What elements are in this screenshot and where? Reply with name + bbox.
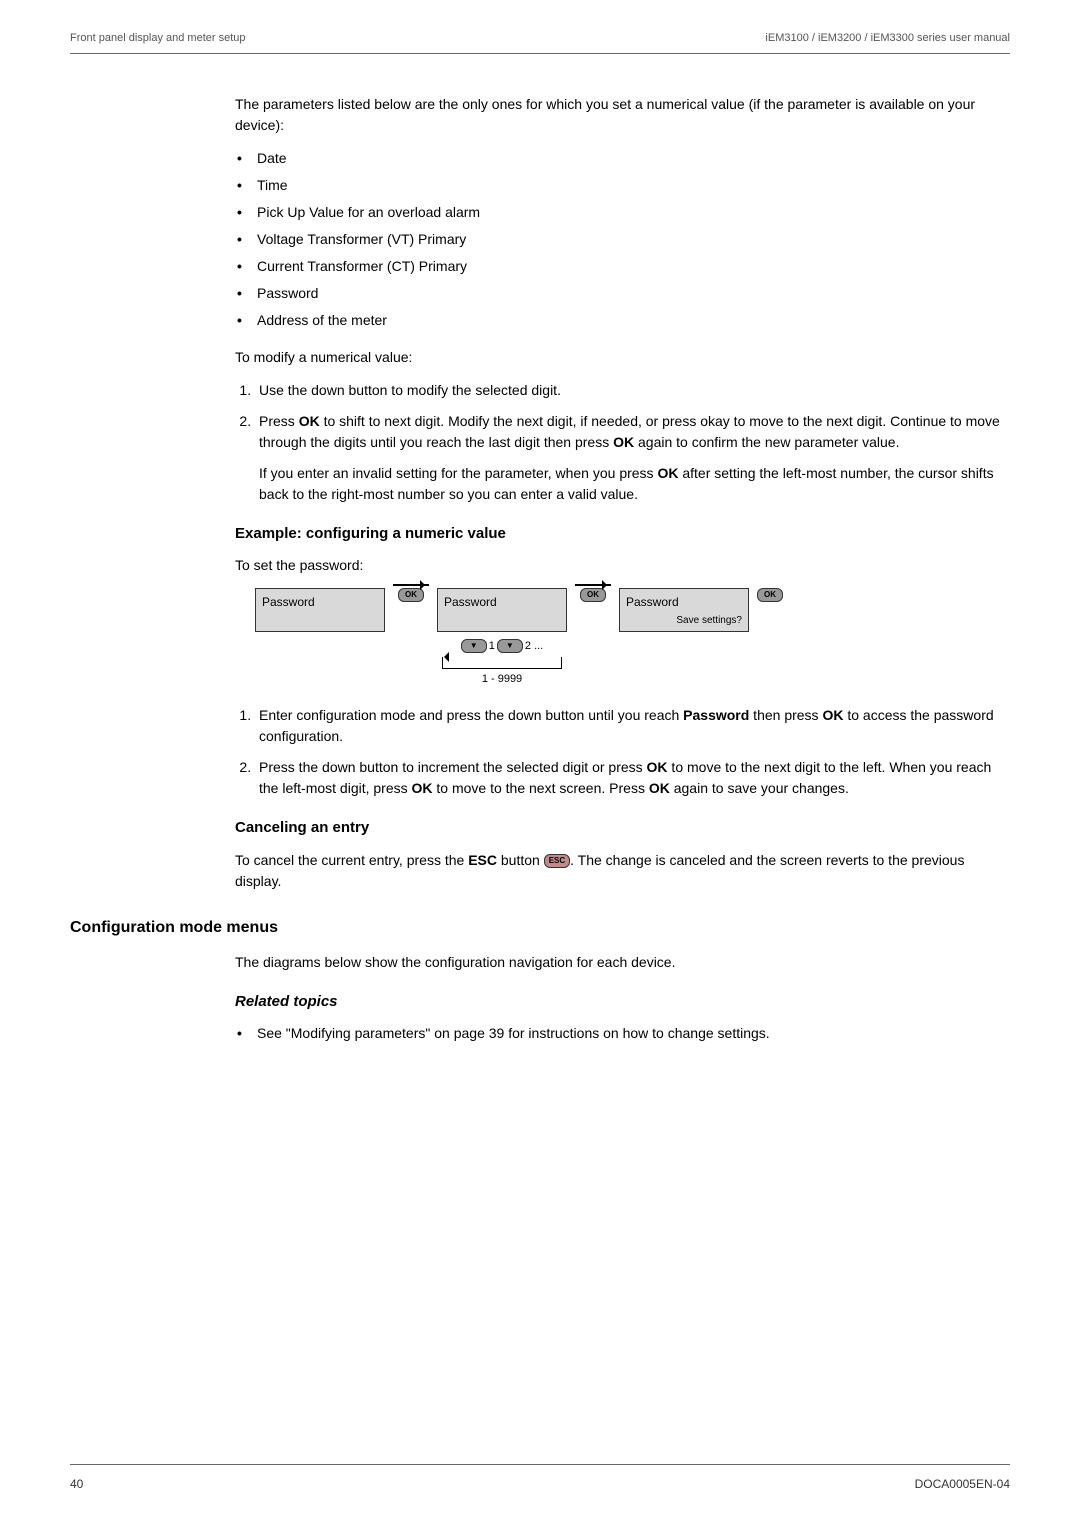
config-text: The diagrams below show the configuratio… <box>235 952 1010 973</box>
arrow-right-icon <box>575 584 611 586</box>
page-footer: 40 DOCA0005EN-04 <box>70 1464 1010 1493</box>
arrow-right-icon <box>393 584 429 586</box>
ok-key-3: OK <box>757 588 783 604</box>
list-item: Password <box>235 283 1010 304</box>
ok-key-icon: OK <box>757 588 783 602</box>
list-item: Voltage Transformer (VT) Primary <box>235 229 1010 250</box>
esc-key-icon: ESC <box>544 854 570 868</box>
list-item: Address of the meter <box>235 310 1010 331</box>
step-item: Press OK to shift to next digit. Modify … <box>255 411 1010 505</box>
cancel-text: To cancel the current entry, press the E… <box>235 850 1010 892</box>
lcd-text: Password <box>626 593 742 611</box>
config-heading: Configuration mode menus <box>70 916 1010 940</box>
lcd-text: Password <box>444 593 560 611</box>
step-sub: If you enter an invalid setting for the … <box>259 463 1010 505</box>
lcd-screen-2: Password <box>437 588 567 632</box>
page-number: 40 <box>70 1475 83 1493</box>
ok-key-icon: OK <box>580 588 606 602</box>
lcd-subtext: Save settings? <box>626 613 742 628</box>
example-heading: Example: configuring a numeric value <box>235 523 1010 546</box>
header-right: iEM3100 / iEM3200 / iEM3300 series user … <box>765 30 1010 47</box>
lcd-screen-3: Password Save settings? <box>619 588 749 632</box>
intro-paragraph: The parameters listed below are the only… <box>235 94 1010 136</box>
lcd-screen-1: Password <box>255 588 385 632</box>
step-item: Press the down button to increment the s… <box>255 757 1010 799</box>
doc-id: DOCA0005EN-04 <box>915 1475 1010 1493</box>
step-text: Press OK to shift to next digit. Modify … <box>259 413 1000 450</box>
digit-text: 2 ... <box>525 638 543 655</box>
list-item: Pick Up Value for an overload alarm <box>235 202 1010 223</box>
example-steps: Enter configuration mode and press the d… <box>235 705 1010 799</box>
loop-arrow-icon <box>442 657 562 669</box>
related-list: See "Modifying parameters" on page 39 fo… <box>235 1023 1010 1044</box>
range-text: 1 - 9999 <box>482 671 522 688</box>
digit-text: 1 <box>489 638 495 655</box>
list-item: Date <box>235 148 1010 169</box>
list-item: Time <box>235 175 1010 196</box>
step-item: Use the down button to modify the select… <box>255 380 1010 401</box>
password-diagram: Password OK Password ▼ 1 ▼ 2 ... 1 - 999… <box>255 588 1010 687</box>
modify-intro: To modify a numerical value: <box>235 347 1010 368</box>
down-key-icon: ▼ <box>461 639 487 653</box>
example-intro: To set the password: <box>235 555 1010 576</box>
page-header: Front panel display and meter setup iEM3… <box>70 30 1010 54</box>
step-text: Use the down button to modify the select… <box>259 382 561 398</box>
digit-loop: ▼ 1 ▼ 2 ... 1 - 9999 <box>442 634 562 687</box>
step-item: Enter configuration mode and press the d… <box>255 705 1010 747</box>
list-item: See "Modifying parameters" on page 39 fo… <box>235 1023 1010 1044</box>
lcd-text: Password <box>262 593 378 611</box>
cancel-heading: Canceling an entry <box>235 817 1010 840</box>
parameter-list: Date Time Pick Up Value for an overload … <box>235 148 1010 331</box>
list-item: Current Transformer (CT) Primary <box>235 256 1010 277</box>
related-heading: Related topics <box>235 991 1010 1014</box>
down-key-icon: ▼ <box>497 639 523 653</box>
ok-key-icon: OK <box>398 588 424 602</box>
modify-steps: Use the down button to modify the select… <box>235 380 1010 505</box>
header-left: Front panel display and meter setup <box>70 30 246 47</box>
